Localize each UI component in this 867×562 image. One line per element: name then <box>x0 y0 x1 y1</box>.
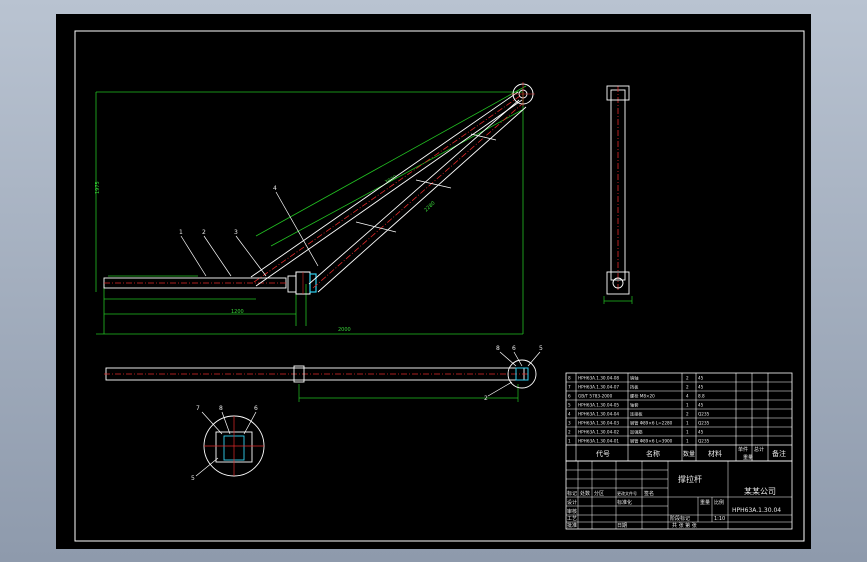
parts-row-name: 轴套 <box>630 402 639 409</box>
parts-row-code: GB/T 5783-2000 <box>578 394 613 399</box>
parts-row-material: Q235 <box>698 412 710 417</box>
parts-row-material: 45 <box>698 385 704 390</box>
parts-row-qty: 1 <box>686 430 689 435</box>
mark-label: 标记 <box>567 490 577 497</box>
parts-row-code: HPH63A.1.30.04-01 <box>578 439 619 444</box>
scale-value: 1:10 <box>714 516 725 522</box>
parts-row-qty: 2 <box>686 385 689 390</box>
drawing-sheet: 1975 3900 2280 1200 2000 <box>56 14 811 549</box>
parts-row-material: 45 <box>698 430 704 435</box>
parts-row-no: 7 <box>568 385 571 390</box>
sheet-info: 共 张 第 张 <box>672 522 697 529</box>
parts-row-no: 4 <box>568 412 571 417</box>
parts-row-material: 8.8 <box>698 394 705 399</box>
main-view: 1975 3900 2280 1200 2000 <box>95 82 535 335</box>
parts-row-no: 2 <box>568 430 571 435</box>
ratio-label: 比例 <box>714 499 724 506</box>
process-label: 工艺 <box>567 516 577 522</box>
top-view: 8 6 5 2 <box>104 345 543 402</box>
overall-dimension-lines <box>95 85 527 335</box>
balloon-2-top: 2 <box>484 395 488 402</box>
parts-row-code: HPH63A.1.30.04-07 <box>578 385 619 390</box>
parts-row-name: 挡板 <box>630 384 639 391</box>
parts-row-name: 连接板 <box>630 411 643 418</box>
change-doc-label: 更改文件号 <box>617 490 637 496</box>
balloon-8-top: 8 <box>496 345 500 352</box>
parts-row-qty: 1 <box>686 439 689 444</box>
parts-row-name: 加强筋 <box>630 429 643 436</box>
drawing-border <box>74 30 805 542</box>
short-diagonal-tube <box>308 99 527 293</box>
parts-list: 8 HPH63A.1.30.04-08 销轴 2 457 HPH63A.1.30.04-0… <box>565 372 793 462</box>
approve-label: 批准 <box>567 522 577 529</box>
parts-row-qty: 1 <box>686 403 689 408</box>
standardize-label: 标准化 <box>617 499 632 506</box>
header-material: 材料 <box>708 449 722 458</box>
title-block: 撑拉杆 某某公司 HPH63A.1.30.04 1:10 阶段标记 重量 比例 … <box>565 460 793 530</box>
dimension-height: 1975 <box>95 181 101 194</box>
parts-row-name: 钢管 Φ89×6 L=2280 <box>630 420 673 427</box>
parts-row-material: 45 <box>698 376 704 381</box>
header-remark: 备注 <box>772 449 786 458</box>
parts-row-no: 5 <box>568 403 571 408</box>
company-name: 某某公司 <box>744 487 776 496</box>
parts-row-qty: 1 <box>686 421 689 426</box>
parts-row-no: 3 <box>568 421 571 426</box>
side-view <box>603 85 633 304</box>
zone-label: 分区 <box>594 490 604 497</box>
parts-row-name: 钢管 Φ89×6 L=3900 <box>630 438 673 445</box>
parts-row-name: 销轴 <box>630 375 638 382</box>
balloon-2: 2 <box>202 229 206 236</box>
date-label: 日期 <box>617 523 627 529</box>
balloon-3: 3 <box>234 229 238 236</box>
stage-mark: 阶段标记 <box>670 515 690 522</box>
balloon-6-detail: 6 <box>254 405 258 412</box>
signature-label: 签名 <box>644 490 654 497</box>
parts-row-code: HPH63A.1.30.04-03 <box>578 421 619 426</box>
balloon-6-top: 6 <box>512 345 516 352</box>
parts-row-no: 6 <box>568 394 571 399</box>
cad-drawing: 1975 3900 2280 1200 2000 <box>74 30 805 542</box>
parts-row-material: Q235 <box>698 421 710 426</box>
header-unit-weight: 单件 <box>738 446 748 453</box>
top-pin-eye <box>511 82 535 106</box>
parts-row-qty: 2 <box>686 412 689 417</box>
parts-row-code: HPH63A.1.30.04-02 <box>578 430 619 435</box>
parts-row-material: Q235 <box>698 439 710 444</box>
dimension-base-1: 1200 <box>231 309 244 315</box>
bracing <box>355 133 497 233</box>
header-name: 名称 <box>646 449 660 458</box>
dimension-overall-width: 2000 <box>338 327 351 333</box>
detail-leaders <box>195 411 257 477</box>
design-label: 设计 <box>567 499 577 506</box>
detail-view: 7 8 6 5 <box>191 405 265 482</box>
balloon-1: 1 <box>179 229 183 236</box>
balloon-7-detail: 7 <box>196 405 200 412</box>
parts-row-qty: 2 <box>686 376 689 381</box>
drawing-number: HPH63A.1.30.04 <box>732 507 781 514</box>
parts-row-no: 8 <box>568 376 571 381</box>
check-label: 审核 <box>567 508 577 515</box>
parts-row-material: 45 <box>698 403 704 408</box>
balloon-5-top: 5 <box>539 345 543 352</box>
parts-row-no: 1 <box>568 439 571 444</box>
parts-row-qty: 4 <box>686 394 689 399</box>
header-weight: 重量 <box>743 454 753 461</box>
header-qty: 数量 <box>683 450 695 458</box>
header-total-weight: 总计 <box>754 446 764 453</box>
dimension-short-tube: 2280 <box>423 200 436 213</box>
parts-row-code: HPH63A.1.30.04-08 <box>578 376 619 381</box>
weight-label: 重量 <box>700 499 710 506</box>
balloon-8-detail: 8 <box>219 405 223 412</box>
balloon-5-detail: 5 <box>191 475 195 482</box>
parts-row-code: HPH63A.1.30.04-05 <box>578 403 619 408</box>
long-diagonal-tube <box>250 91 523 287</box>
parts-row-name: 螺栓 M8×20 <box>630 393 655 400</box>
balloon-4: 4 <box>273 185 277 192</box>
header-code: 代号 <box>596 449 610 458</box>
part-name: 撑拉杆 <box>678 474 702 484</box>
parts-row-code: HPH63A.1.30.04-04 <box>578 412 619 417</box>
count-label: 处数 <box>580 490 590 497</box>
